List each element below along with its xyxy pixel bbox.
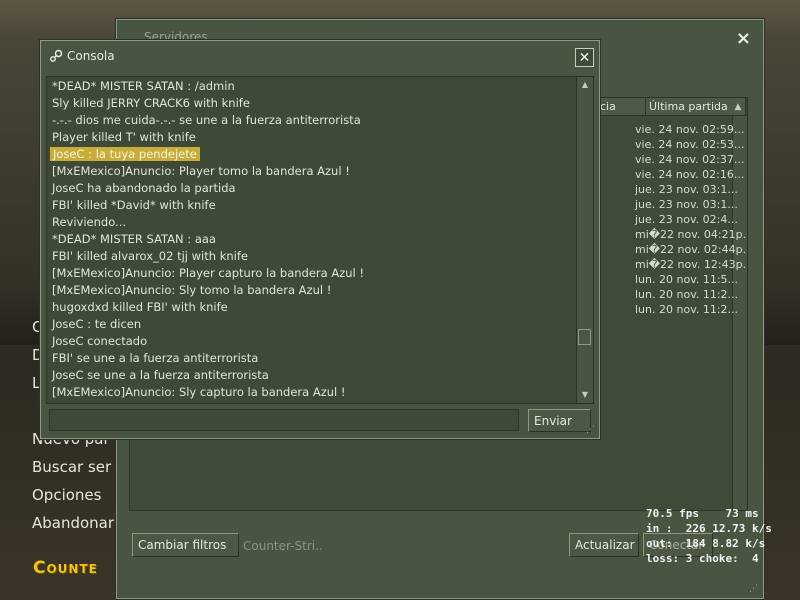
console-command-input[interactable] (49, 409, 519, 431)
console-log-line: [MxEMexico]Anuncio: Player tomo la bande… (52, 164, 350, 178)
server-row[interactable]: jue. 23 nov. 03:1... (635, 198, 738, 211)
server-row[interactable]: lun. 20 nov. 11:5... (635, 273, 738, 286)
server-row[interactable]: vie. 24 nov. 02:16... (635, 168, 744, 181)
netgraph-fps: 70.5 fps 73 ms (646, 507, 759, 520)
console-log-line: Player killed T' with knife (52, 130, 196, 144)
console-log-line: [MxEMexico]Anuncio: Sly tomo la bandera … (52, 283, 332, 297)
server-row[interactable]: jue. 23 nov. 02:4... (635, 213, 738, 226)
console-log-line: JoseC se une a la fuerza antiterrorista (52, 368, 269, 382)
console-log: *DEAD* MISTER SATAN : /admin Sly killed J… (46, 76, 594, 404)
console-title: Consola (67, 49, 115, 63)
console-log-line: hugoxdxd killed FBI' with knife (52, 300, 228, 314)
sort-arrow-icon[interactable]: ▲ (731, 98, 745, 116)
server-row[interactable]: vie. 24 nov. 02:53... (635, 138, 744, 151)
netgraph-out: out: 184 8.82 k/s (646, 537, 766, 550)
menu-item-find-servers[interactable]: Buscar ser (32, 458, 111, 476)
console-scrollbar[interactable]: ▲ ▼ (576, 77, 593, 403)
console-log-line: FBI' killed *David* with knife (52, 198, 216, 212)
server-row[interactable]: lun. 20 nov. 11:2... (635, 303, 738, 316)
server-row[interactable]: vie. 24 nov. 02:37... (635, 153, 744, 166)
change-filters-button[interactable]: Cambiar filtros (132, 533, 239, 557)
console-log-line: Reviviendo... (52, 215, 127, 229)
scroll-thumb[interactable] (578, 329, 591, 345)
scroll-down-icon[interactable]: ▼ (577, 387, 593, 403)
scroll-up-icon[interactable]: ▲ (577, 77, 593, 93)
servers-resize-grip-icon[interactable]: ⋰ (749, 584, 759, 594)
console-log-line: JoseC ha abandonado la partida (52, 181, 236, 195)
game-filter-label: Counter-Stri.. (243, 539, 323, 553)
console-log-line: JoseC : la tuya pendejete (50, 147, 200, 161)
console-log-line: FBI' killed alvarox_02 tjj with knife (52, 249, 248, 263)
server-row[interactable]: mi�22 nov. 12:43p. (635, 258, 746, 271)
steam-icon (50, 49, 63, 62)
servers-close-icon[interactable]: × (736, 28, 751, 49)
game-logo: Counte (33, 558, 98, 578)
console-window: Consola ✕ *DEAD* MISTER SATAN : /admin Sl… (40, 40, 600, 439)
server-row[interactable]: mi�22 nov. 04:21p. (635, 228, 746, 241)
menu-item-quit[interactable]: Abandonar (32, 514, 114, 532)
refresh-button[interactable]: Actualizar (569, 533, 639, 557)
server-row[interactable]: lun. 20 nov. 11:2... (635, 288, 738, 301)
console-log-line: JoseC : te dicen (52, 317, 142, 331)
console-log-line: *DEAD* MISTER SATAN : /admin (52, 79, 235, 93)
console-log-line: [MxEMexico]Anuncio: Player capturo la ba… (52, 266, 365, 280)
console-log-line: *DEAD* MISTER SATAN : aaa (52, 232, 216, 246)
server-row[interactable]: mi�22 nov. 02:44p. (635, 243, 746, 256)
netgraph-in: in : 226 12.73 k/s (646, 522, 772, 535)
console-resize-grip-icon[interactable]: ⋰ (586, 425, 596, 435)
server-row[interactable]: jue. 23 nov. 03:1... (635, 183, 738, 196)
console-log-line: -.-.- dios me cuida-.-.- se une a la fue… (52, 113, 361, 127)
console-log-line: Sly killed JERRY CRACK6 with knife (52, 96, 250, 110)
menu-item-options[interactable]: Opciones (32, 486, 101, 504)
netgraph-loss: loss: 3 choke: 4 (646, 552, 759, 565)
send-button[interactable]: Enviar (528, 409, 591, 432)
console-log-line: JoseC conectado (52, 334, 148, 348)
server-row[interactable]: vie. 24 nov. 02:59... (635, 123, 744, 136)
console-log-line: [MxEMexico]Anuncio: Sly capturo la bande… (52, 385, 346, 399)
console-log-line: FBI' se une a la fuerza antiterrorista (52, 351, 259, 365)
console-close-icon[interactable]: ✕ (575, 48, 594, 67)
